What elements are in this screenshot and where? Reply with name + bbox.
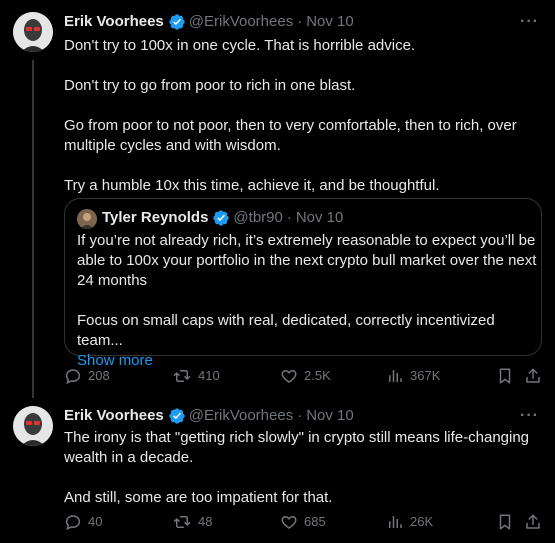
avatar[interactable] <box>13 406 53 446</box>
quote-paragraph: If you’re not already rich, it’s extreme… <box>77 232 537 289</box>
separator: · <box>286 209 292 226</box>
like-count: 2.5K <box>304 368 331 383</box>
verified-badge-icon <box>168 407 186 425</box>
reply-icon <box>65 369 81 385</box>
repost-icon <box>173 516 191 528</box>
bookmark-button[interactable] <box>496 512 514 532</box>
reply-count: 208 <box>88 368 110 383</box>
tweet[interactable]: Erik Voorhees @ErikVoorhees · Nov 10 ···… <box>0 398 555 543</box>
quote-avatar <box>77 209 97 229</box>
tweet-paragraph: Don't try to go from poor to rich in one… <box>64 77 356 94</box>
quote-text: If you’re not already rich, it’s extreme… <box>77 231 537 371</box>
bookmark-icon <box>499 368 511 384</box>
tweet-text: The irony is that "getting rich slowly" … <box>64 428 534 508</box>
quote-author-handle: @tbr90 <box>233 209 283 226</box>
quote-date: Nov 10 <box>295 209 344 226</box>
tweet-paragraph: Try a humble 10x this time, achieve it, … <box>64 177 440 194</box>
author-handle[interactable]: @ErikVoorhees <box>189 406 293 426</box>
share-icon <box>526 514 540 529</box>
repost-count: 410 <box>198 368 220 383</box>
views-icon <box>389 370 402 382</box>
tweet-paragraph: And still, some are too impatient for th… <box>64 489 333 506</box>
views-icon <box>389 516 402 528</box>
tweet-header: Erik Voorhees @ErikVoorhees · Nov 10 <box>64 12 354 32</box>
repost-button[interactable]: 410 <box>172 366 220 386</box>
tweet-header: Erik Voorhees @ErikVoorhees · Nov 10 <box>64 406 354 426</box>
quote-paragraph: Focus on small caps with real, dedicated… <box>77 312 495 349</box>
reply-icon <box>65 515 81 531</box>
reply-count: 40 <box>88 514 103 529</box>
tweet-date[interactable]: Nov 10 <box>306 12 354 32</box>
bookmark-icon <box>499 514 511 530</box>
bookmark-button[interactable] <box>496 366 514 386</box>
tweet[interactable]: Erik Voorhees @ErikVoorhees · Nov 10 ···… <box>0 0 555 398</box>
tweet-paragraph: Don't try to 100x in one cycle. That is … <box>64 37 416 54</box>
verified-badge-icon <box>168 13 186 31</box>
reply-button[interactable]: 40 <box>64 512 102 532</box>
repost-icon <box>173 370 191 382</box>
separator: · <box>297 13 303 30</box>
share-button[interactable] <box>524 512 542 532</box>
thread-line <box>32 60 34 398</box>
quoted-tweet[interactable]: Tyler Reynolds @tbr90 · Nov 10 If you’re… <box>64 198 542 369</box>
like-button[interactable]: 2.5K <box>280 366 331 386</box>
separator: · <box>297 407 303 424</box>
tweet-actions: 208 410 2.5K 367K <box>64 366 542 386</box>
share-button[interactable] <box>524 366 542 386</box>
views-count: 367K <box>410 368 441 383</box>
repost-button[interactable]: 48 <box>172 512 212 532</box>
author-name[interactable]: Erik Voorhees <box>64 12 164 32</box>
author-handle[interactable]: @ErikVoorhees <box>189 12 293 32</box>
verified-badge-icon <box>212 209 230 227</box>
more-icon[interactable]: ··· <box>520 406 539 426</box>
views-count: 26K <box>410 514 434 529</box>
reply-button[interactable]: 208 <box>64 366 110 386</box>
quote-author-name: Tyler Reynolds <box>102 209 209 226</box>
like-count: 685 <box>304 514 326 529</box>
like-icon <box>281 515 297 529</box>
more-icon[interactable]: ··· <box>520 12 539 32</box>
tweet-paragraph: The irony is that "getting rich slowly" … <box>64 429 530 466</box>
tweet-date[interactable]: Nov 10 <box>306 406 354 426</box>
like-icon <box>281 369 297 383</box>
tweet-paragraph: Go from poor to not poor, then to very c… <box>64 117 517 154</box>
repost-count: 48 <box>198 514 213 529</box>
author-name[interactable]: Erik Voorhees <box>64 406 164 426</box>
share-icon <box>526 368 540 383</box>
tweet-actions: 40 48 685 26K <box>64 512 542 532</box>
quote-header: Tyler Reynolds @tbr90 · Nov 10 <box>102 208 343 228</box>
like-button[interactable]: 685 <box>280 512 326 532</box>
tweet-text: Don't try to 100x in one cycle. That is … <box>64 36 534 196</box>
views-button[interactable]: 26K <box>386 512 433 532</box>
avatar[interactable] <box>13 12 53 52</box>
views-button[interactable]: 367K <box>386 366 440 386</box>
